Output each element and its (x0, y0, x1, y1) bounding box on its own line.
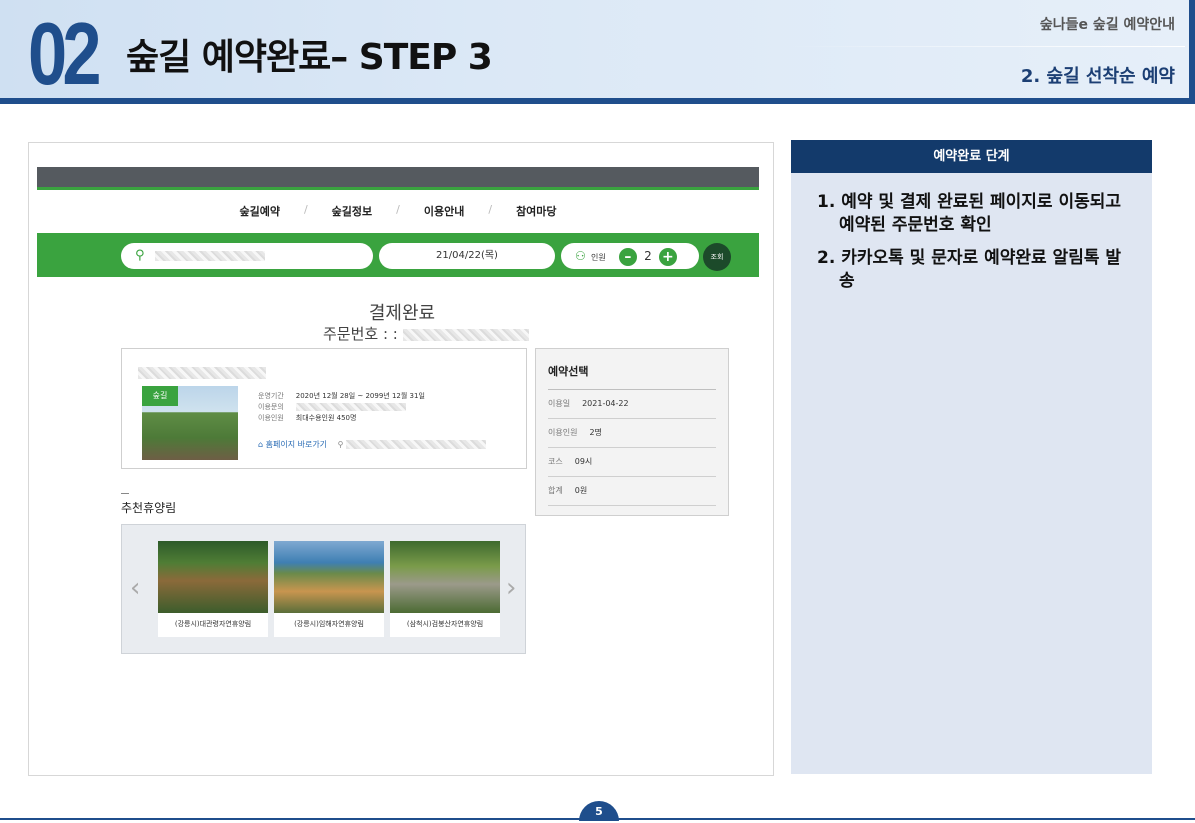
info-rows: 운영기간 2020년 12월 28일 ~ 2099년 12월 31일 이용문의 이… (258, 391, 425, 424)
recommend-card[interactable]: (강릉시)대관령자연휴양림 (158, 541, 268, 637)
summary-row: 이용인원 2명 (548, 419, 716, 448)
card-caption: (삼척시)검봉산자연휴양림 (406, 620, 484, 628)
order-label: 주문번호 : : (323, 325, 398, 343)
order-number: 주문번호 : : (323, 323, 529, 344)
location-value-blurred (155, 251, 265, 261)
header-subtitle: 숲나들e 숲길 예약안내 (1039, 17, 1175, 33)
card-image (390, 541, 500, 613)
step-item: 1. 예약 및 결제 완료된 페이지로 이동되고 예약된 주문번호 확인 (817, 192, 1122, 235)
reservation-summary: 예약선택 이용일 2021-04-22 이용인원 2명 코스 09시 합계 0원 (535, 348, 729, 516)
description-panel: 예약완료 단계 1. 예약 및 결제 완료된 페이지로 이동되고 예약된 주문번… (791, 140, 1152, 774)
recommend-title: 추천휴양림 (121, 501, 177, 515)
recommend-card[interactable]: (강릉시)임해자연휴양림 (274, 541, 384, 637)
card-caption: (강릉시)임해자연휴양림 (294, 620, 364, 628)
people-label: 인원 (590, 253, 606, 262)
info-row: 운영기간 2020년 12월 28일 ~ 2099년 12월 31일 (258, 392, 425, 400)
location-field[interactable]: ⚲ (121, 243, 373, 269)
plus-button[interactable]: + (658, 248, 677, 266)
date-field[interactable]: 21/04/22(목) (379, 243, 555, 269)
header-section: 2. 숲길 선착순 예약 (1020, 66, 1175, 87)
summary-row: 이용일 2021-04-22 (548, 390, 716, 419)
nav-item-community[interactable]: 참여마당 (502, 203, 570, 219)
step-list: 1. 예약 및 결제 완료된 페이지로 이동되고 예약된 주문번호 확인 2. … (791, 173, 1152, 293)
minus-button[interactable]: – (618, 248, 637, 266)
header-edge (1189, 0, 1195, 104)
header-divider (0, 98, 1195, 104)
people-icon: ⚇ (575, 249, 586, 263)
next-arrow-icon[interactable]: › (506, 573, 516, 603)
screenshot-frame: 숲길예약 / 숲길정보 / 이용안내 / 참여마당 ⚲ 21/04/22(목) … (28, 142, 774, 776)
recommend-card[interactable]: (삼척시)검봉산자연휴양림 (390, 541, 500, 637)
section-number: 02 (28, 4, 102, 103)
info-row: 이용인원 최대수용인원 450명 (258, 414, 357, 422)
search-button[interactable]: 조회 (703, 243, 731, 271)
main-nav: 숲길예약 / 숲길정보 / 이용안내 / 참여마당 (37, 203, 759, 219)
nav-separator: / (303, 203, 308, 216)
step-item: 2. 카카오톡 및 문자로 예약완료 알림톡 발송 (817, 248, 1122, 291)
panel-title: 예약완료 단계 (791, 140, 1152, 173)
hiker-icon: ⚲ (135, 248, 145, 263)
complete-heading: 결제완료 (368, 303, 436, 324)
header-line (785, 46, 1185, 47)
info-row: 이용문의 (258, 402, 425, 413)
location-pin-icon: ⚲ (337, 440, 344, 449)
people-count: 2 (644, 249, 652, 263)
nav-separator: / (488, 203, 493, 216)
card-caption: (강릉시)대관령자연휴양림 (174, 620, 252, 628)
nav-separator: / (396, 203, 400, 216)
page-number: 5 (579, 801, 619, 821)
homepage-link[interactable]: ⌂ 홈페이지 바로가기 ⚲ (258, 439, 487, 450)
nav-item-guide[interactable]: 이용안내 (410, 203, 478, 219)
prev-arrow-icon[interactable]: ‹ (130, 573, 140, 603)
order-value-blurred (402, 328, 529, 341)
nav-item-info[interactable]: 숲길정보 (318, 203, 386, 219)
topbar-accent (37, 187, 759, 190)
address-blurred (346, 440, 487, 449)
home-icon: ⌂ (258, 440, 264, 449)
forest-thumbnail: 숲길 (142, 386, 238, 460)
people-field[interactable]: ⚇ 인원 – 2 + (561, 243, 699, 269)
forest-name-blurred (138, 367, 266, 379)
recommend-carousel: ‹ (강릉시)대관령자연휴양림 (강릉시)임해자연휴양림 (삼척시)검봉산자연휴… (121, 524, 526, 654)
nav-item-reservation[interactable]: 숲길예약 (225, 203, 293, 219)
summary-row: 합계 0원 (548, 477, 716, 506)
summary-title: 예약선택 (548, 349, 716, 390)
section-dash (121, 493, 129, 494)
card-image (274, 541, 384, 613)
site-topbar (37, 167, 759, 187)
summary-row: 코스 09시 (548, 448, 716, 477)
search-bar: ⚲ 21/04/22(목) ⚇ 인원 – 2 + 조회 (37, 233, 759, 277)
page-title: 숲길 예약완료– STEP 3 (126, 37, 493, 78)
forest-info-card: 숲길 운영기간 2020년 12월 28일 ~ 2099년 12월 31일 이용문… (121, 348, 527, 469)
card-image (158, 541, 268, 613)
category-tag: 숲길 (142, 386, 178, 406)
